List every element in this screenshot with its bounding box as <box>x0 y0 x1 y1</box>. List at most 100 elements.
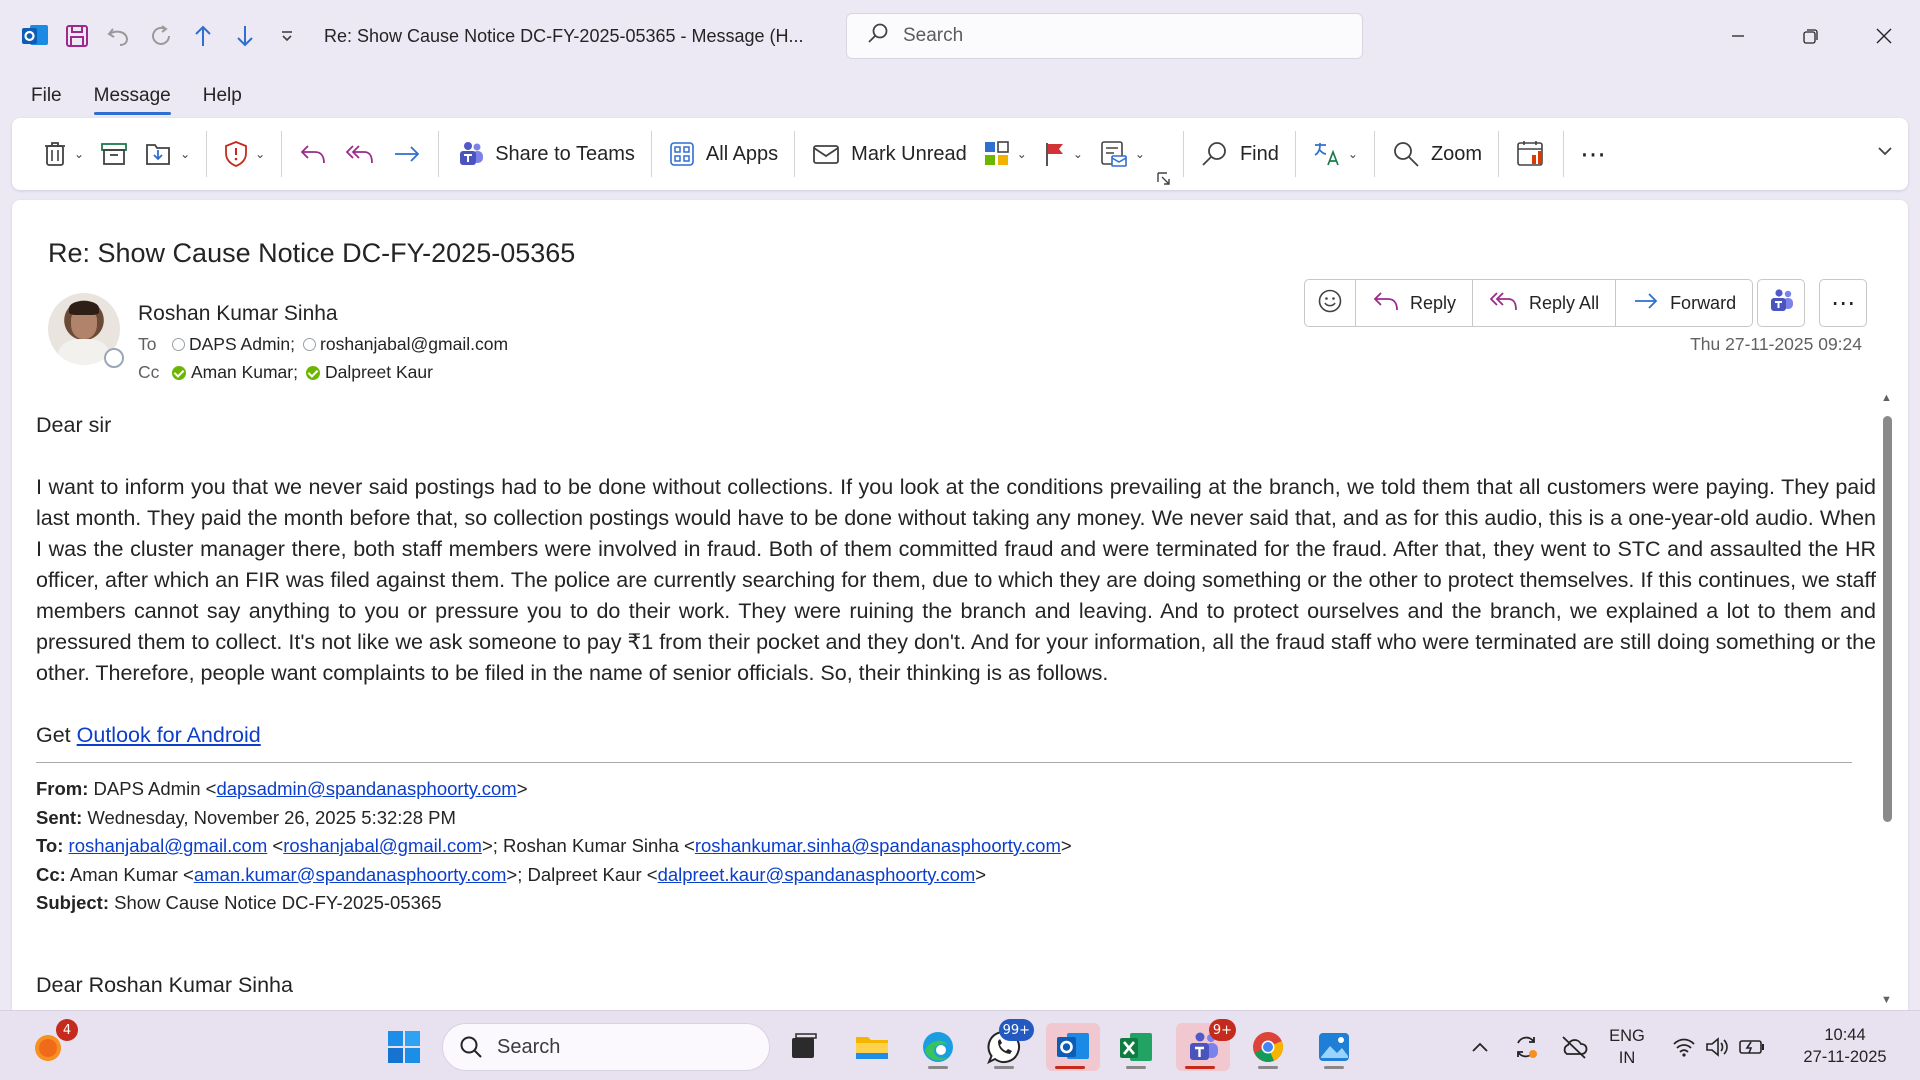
archive-button[interactable] <box>92 128 136 180</box>
recipient-to[interactable]: DAPS Admin; <box>189 334 295 355</box>
undo-icon[interactable] <box>104 21 134 51</box>
reply-icon <box>1372 289 1400 318</box>
report-button[interactable]: ⌄ <box>215 128 273 180</box>
teams-badge: 9+ <box>1208 1019 1236 1041</box>
restore-button[interactable] <box>1774 0 1847 72</box>
ribbon-expand-button[interactable] <box>1876 144 1894 162</box>
categorize-button[interactable]: ⌄ <box>975 128 1035 180</box>
minimize-button[interactable] <box>1701 0 1774 72</box>
ribbon-reply-all-button[interactable] <box>336 128 384 180</box>
chevron-down-icon[interactable]: ⌄ <box>1348 147 1358 161</box>
chevron-down-icon[interactable]: ⌄ <box>180 147 190 161</box>
fwd-to-email[interactable]: roshankumar.sinha@spandanasphoorty.com <box>695 835 1061 856</box>
fwd-to-email[interactable]: roshanjabal@gmail.com <box>69 835 268 856</box>
chevron-down-icon[interactable]: ⌄ <box>1073 147 1083 161</box>
emoji-icon <box>1317 288 1343 319</box>
customize-toolbar-icon[interactable] <box>272 21 302 51</box>
previous-item-icon[interactable] <box>188 21 218 51</box>
title-search-placeholder: Search <box>903 25 964 46</box>
menu-help[interactable]: Help <box>203 79 242 113</box>
sender-name[interactable]: Roshan Kumar Sinha <box>138 302 338 326</box>
reply-all-button[interactable]: Reply All <box>1472 280 1615 326</box>
scroll-thumb[interactable] <box>1883 416 1892 822</box>
fwd-cc-email[interactable]: aman.kumar@spandanasphoorty.com <box>194 864 507 885</box>
mark-unread-button[interactable]: Mark Unread <box>803 128 975 180</box>
all-apps-button[interactable]: All Apps <box>660 128 786 180</box>
chevron-down-icon[interactable]: ⌄ <box>1135 147 1145 161</box>
file-explorer-app[interactable] <box>848 1023 896 1071</box>
find-button[interactable]: Find <box>1192 128 1287 180</box>
menu-message[interactable]: Message <box>93 79 171 115</box>
redo-icon[interactable] <box>146 21 176 51</box>
weather-widget[interactable]: 4 <box>24 1019 78 1071</box>
fwd-subject-value: Show Cause Notice DC-FY-2025-05365 <box>108 892 442 913</box>
share-to-teams-button[interactable]: Share to Teams <box>447 128 643 180</box>
message-date: Thu 27-11-2025 09:24 <box>1690 334 1862 354</box>
scroll-down-icon[interactable]: ▼ <box>1881 994 1892 1006</box>
chevron-down-icon[interactable]: ⌄ <box>1017 147 1027 161</box>
ribbon-reply-button[interactable] <box>290 128 336 180</box>
chevron-down-icon[interactable]: ⌄ <box>255 147 265 161</box>
whatsapp-app[interactable]: 99+ <box>980 1019 1034 1071</box>
ribbon-forward-button[interactable] <box>384 128 430 180</box>
scroll-up-icon[interactable]: ▲ <box>1881 392 1892 404</box>
more-actions-button[interactable]: ⋯ <box>1819 279 1867 327</box>
outlook-android-link[interactable]: Outlook for Android <box>77 723 261 747</box>
viva-insights-button[interactable] <box>1507 128 1555 180</box>
next-item-icon[interactable] <box>230 21 260 51</box>
quick-settings-button[interactable] <box>1666 1023 1772 1071</box>
menu-file[interactable]: File <box>31 79 62 113</box>
fwd-angle: > <box>516 778 528 799</box>
sync-tray-button[interactable] <box>1502 1023 1550 1071</box>
presence-available-icon <box>172 365 186 380</box>
start-button[interactable] <box>380 1023 428 1071</box>
to-label: To <box>138 334 157 354</box>
recipient-cc[interactable]: Aman Kumar; <box>191 362 298 383</box>
sync-icon <box>1517 1036 1537 1058</box>
vertical-scrollbar[interactable]: ▲ ▼ <box>1880 392 1894 1006</box>
show-hidden-icons-button[interactable] <box>1456 1023 1504 1071</box>
save-icon[interactable] <box>62 21 92 51</box>
follow-up-button[interactable]: ⌄ <box>1035 128 1091 180</box>
fwd-from-name: DAPS Admin < <box>88 778 217 799</box>
teams-app[interactable]: 9+ <box>1176 1019 1236 1071</box>
edge-app[interactable] <box>914 1023 962 1071</box>
excel-icon <box>1120 1033 1152 1061</box>
more-commands-button[interactable]: ⋯ <box>1572 128 1616 180</box>
forward-button[interactable]: Forward <box>1615 280 1752 326</box>
translate-button[interactable]: ⌄ <box>1304 128 1366 180</box>
battery-charging-icon <box>1739 1040 1764 1054</box>
running-indicator <box>1258 1066 1278 1069</box>
ribbon-group-launcher[interactable] <box>1153 170 1175 190</box>
fwd-to-email[interactable]: roshanjabal@gmail.com <box>283 835 482 856</box>
chevron-down-icon <box>1878 147 1892 156</box>
excel-app[interactable] <box>1112 1023 1160 1071</box>
message-subject: Re: Show Cause Notice DC-FY-2025-05365 <box>48 238 576 268</box>
language-indicator[interactable]: ENG IN <box>1602 1025 1652 1069</box>
title-search-box[interactable]: Search <box>846 13 1363 59</box>
outlook-app[interactable] <box>1046 1023 1100 1071</box>
photos-app[interactable] <box>1310 1023 1358 1071</box>
reply-button[interactable]: Reply <box>1355 280 1472 326</box>
close-button[interactable] <box>1847 0 1920 72</box>
recipient-cc[interactable]: Dalpreet Kaur <box>325 362 433 383</box>
chevron-down-icon[interactable]: ⌄ <box>74 147 84 161</box>
teams-chat-button[interactable] <box>1757 279 1805 327</box>
chrome-app[interactable] <box>1244 1023 1292 1071</box>
share-to-teams-label: Share to Teams <box>495 142 635 165</box>
task-view-button[interactable] <box>780 1023 828 1071</box>
zoom-button[interactable]: Zoom <box>1383 128 1490 180</box>
delete-button[interactable]: ⌄ <box>34 128 92 180</box>
recipient-to[interactable]: roshanjabal@gmail.com <box>320 334 508 355</box>
onedrive-tray-button[interactable] <box>1550 1023 1598 1071</box>
language-code: ENG <box>1609 1027 1645 1045</box>
move-button[interactable]: ⌄ <box>136 128 198 180</box>
react-button[interactable] <box>1305 280 1355 326</box>
rules-button[interactable]: ⌄ <box>1091 128 1153 180</box>
fwd-from-email[interactable]: dapsadmin@spandanasphoorty.com <box>216 778 516 799</box>
fwd-cc-email[interactable]: dalpreet.kaur@spandanasphoorty.com <box>658 864 976 885</box>
taskbar-search[interactable]: Search <box>442 1023 770 1071</box>
teams-icon <box>1767 288 1795 319</box>
clock[interactable]: 10:44 27-11-2025 <box>1790 1024 1900 1068</box>
ribbon-separator <box>1294 131 1296 177</box>
